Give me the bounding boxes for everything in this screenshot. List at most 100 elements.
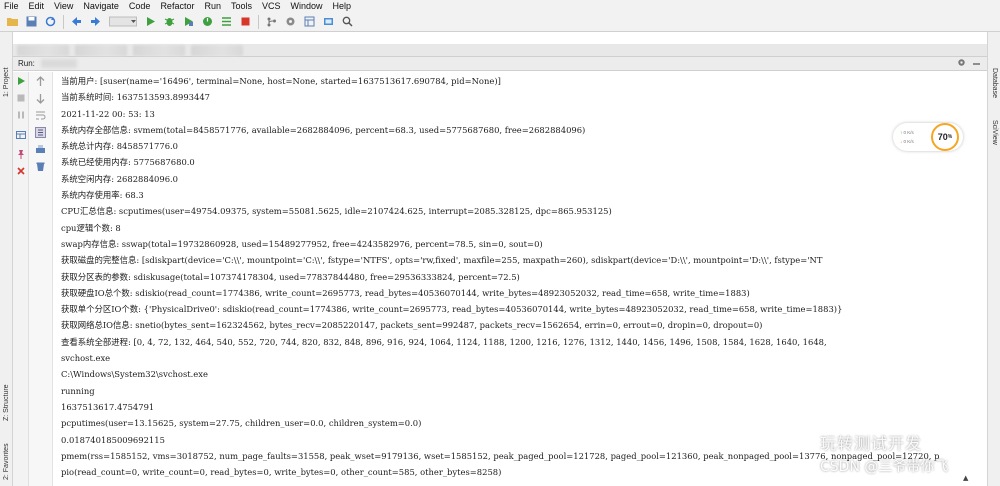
main-toolbar — [0, 12, 1000, 32]
scroll-down-icon[interactable] — [35, 93, 46, 104]
menu-view[interactable]: View — [49, 0, 78, 12]
search-icon[interactable] — [341, 15, 354, 28]
menu-code[interactable]: Code — [124, 0, 156, 12]
toolbar-separator — [63, 14, 64, 29]
debug-icon[interactable] — [163, 15, 176, 28]
run-actions-column — [13, 72, 29, 486]
csdn-watermark: CSDN @三爷带你飞 — [820, 459, 949, 475]
soft-wrap-icon[interactable] — [35, 110, 46, 121]
run-header-actions — [957, 58, 987, 69]
project-tool-tab[interactable]: 1: Project — [0, 54, 13, 110]
menu-edit[interactable]: Edit — [24, 0, 50, 12]
stop-icon[interactable] — [16, 93, 26, 103]
console-line: C:\Windows\System32\svchost.exe — [61, 369, 208, 380]
structure-tool-tab[interactable]: Z: Structure — [0, 372, 13, 434]
memory-percent: 70 — [937, 132, 948, 142]
structure-icon[interactable] — [303, 15, 316, 28]
console-line: 查看系统全部进程: [0, 4, 72, 132, 464, 540, 552,… — [61, 336, 827, 347]
console-output: 当前用户: [suser(name='16496', terminal=None… — [61, 73, 987, 486]
save-icon[interactable] — [25, 15, 38, 28]
favorites-tool-tab[interactable]: 2: Favorites — [0, 436, 13, 486]
console-line: 系统空闲内存: 2682884096.0 — [61, 173, 179, 184]
concurrency-icon[interactable] — [220, 15, 233, 28]
toolbar-separator — [258, 14, 259, 29]
close-icon[interactable] — [16, 166, 26, 176]
sync-icon[interactable] — [44, 15, 57, 28]
forward-icon[interactable] — [89, 15, 102, 28]
console-line: 获取硬盘IO总个数: sdiskio(read_count=1774386, w… — [61, 287, 750, 298]
vcs-icon[interactable] — [265, 15, 278, 28]
console-line: 系统总计内存: 8458571776.0 — [61, 141, 179, 152]
console-line: 2021-11-22 00: 53: 13 — [61, 108, 155, 119]
console-line: swap内存信息: sswap(total=19732860928, used=… — [61, 238, 543, 249]
print-icon[interactable] — [35, 144, 46, 155]
database-tool-tab[interactable]: Database — [988, 62, 1000, 104]
clear-console-icon[interactable] — [35, 161, 46, 172]
console-line: 系统内存全部信息: svmem(total=8458571776, availa… — [61, 124, 586, 135]
run-config-icon[interactable] — [108, 15, 138, 28]
menu-navigate[interactable]: Navigate — [78, 0, 124, 12]
memory-widget[interactable]: ↑ 0 K/s ↓ 0 K/s 70% — [893, 123, 963, 151]
network-rates: ↑ 0 K/s ↓ 0 K/s — [900, 128, 914, 146]
download-arrow-icon: ↓ — [900, 139, 903, 144]
scroll-to-end-icon[interactable] — [35, 127, 46, 138]
wechat-watermark: 玩转测试开发 — [790, 430, 922, 454]
console-line: 获取磁盘的完整信息: [sdiskpart(device='C:\\', mou… — [61, 255, 823, 266]
stop-icon[interactable] — [239, 15, 252, 28]
profile-icon[interactable] — [201, 15, 214, 28]
menu-run[interactable]: Run — [199, 0, 226, 12]
console-line: 获取单个分区IO个数: {'PhysicalDrive0': sdiskio(r… — [61, 304, 843, 315]
folder-open-icon[interactable] — [6, 15, 19, 28]
editor-tab[interactable] — [191, 44, 243, 56]
back-icon[interactable] — [70, 15, 83, 28]
scroll-up-icon[interactable] — [35, 76, 46, 87]
menu-tools[interactable]: Tools — [226, 0, 257, 12]
upload-arrow-icon: ↑ — [900, 130, 903, 135]
wechat-icon — [790, 434, 812, 450]
pin-icon[interactable] — [16, 149, 26, 159]
menu-file[interactable]: File — [0, 0, 24, 12]
console-line: running — [61, 385, 95, 396]
console-line: svchost.exe — [61, 353, 111, 364]
right-tool-strip: Database SciView — [987, 32, 1000, 486]
console-line: 当前用户: [suser(name='16496', terminal=None… — [61, 76, 501, 86]
layout-icon[interactable] — [16, 130, 26, 140]
console-actions-column — [29, 72, 53, 486]
minimize-icon[interactable] — [972, 58, 981, 69]
menu-bar: File Edit View Navigate Code Refactor Ru… — [0, 0, 1000, 12]
console-line: 获取网络总IO信息: snetio(bytes_sent=162324562, … — [61, 320, 763, 331]
menu-help[interactable]: Help — [328, 0, 357, 12]
editor-tabs — [13, 44, 987, 57]
menu-refactor[interactable]: Refactor — [155, 0, 199, 12]
upload-rate: 0 K/s — [903, 130, 914, 135]
editor-tab[interactable] — [17, 44, 69, 56]
left-tool-strip: 1: Project Z: Structure 2: Favorites — [0, 32, 13, 486]
menu-vcs[interactable]: VCS — [257, 0, 286, 12]
sdk-icon[interactable] — [322, 15, 335, 28]
memory-percent-unit: % — [947, 134, 953, 140]
settings-icon[interactable] — [957, 58, 966, 69]
console-line: 1637513617.4754791 — [61, 401, 155, 412]
coverage-icon[interactable] — [182, 15, 195, 28]
console-line: 系统内存使用率: 68.3 — [61, 190, 144, 201]
run-label: Run: — [18, 59, 35, 68]
editor-tab[interactable] — [75, 44, 127, 56]
console-line: cpu逻辑个数: 8 — [61, 222, 121, 233]
console-line: 获取分区表的参数: sdiskusage(total=107374178304,… — [61, 271, 520, 282]
pause-icon[interactable] — [16, 110, 26, 120]
editor-tab[interactable] — [133, 44, 185, 56]
settings-icon[interactable] — [284, 15, 297, 28]
sciview-tool-tab[interactable]: SciView — [988, 112, 1000, 152]
console-line: 当前系统时间: 1637513593.8993447 — [61, 92, 210, 103]
tray-arrow-icon: ▲ — [963, 474, 969, 482]
download-rate: 0 K/s — [903, 139, 914, 144]
memory-usage-gauge: 70% — [931, 123, 959, 151]
console-line: 系统已经使用内存: 5775687680.0 — [61, 157, 195, 168]
rerun-icon[interactable] — [16, 76, 26, 86]
run-panel-header: Run: — [13, 57, 987, 71]
console-line: CPU汇总信息: scputimes(user=49754.09375, sys… — [61, 206, 612, 217]
run-tab[interactable] — [40, 59, 77, 68]
wechat-watermark-text: 玩转测试开发 — [820, 434, 923, 453]
run-icon[interactable] — [144, 15, 157, 28]
menu-window[interactable]: Window — [286, 0, 328, 12]
